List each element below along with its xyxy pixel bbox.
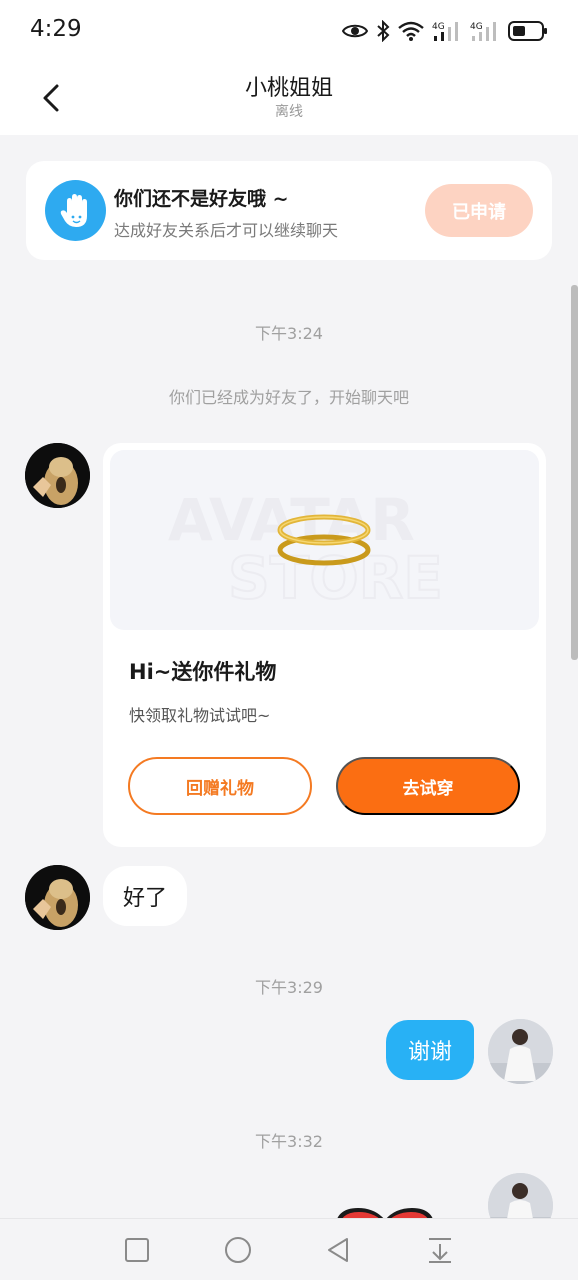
network-label-2: 4G xyxy=(470,22,483,32)
gift-preview-image: AVATAR STORE xyxy=(110,450,539,630)
chat-header: 小桃姐姐 离线 xyxy=(0,60,578,135)
not-friends-banner: 你们还不是好友哦 ~ 达成好友关系后才可以继续聊天 已申请 xyxy=(26,161,552,260)
signal-2-icon: 4G xyxy=(470,20,500,42)
bluetooth-icon xyxy=(376,20,390,42)
timestamp: 下午3:24 xyxy=(255,324,323,343)
triangle-back-icon xyxy=(328,1238,348,1262)
gift-title: Hi~送你件礼物 xyxy=(129,660,277,684)
system-message: 你们已经成为好友了，开始聊天吧 xyxy=(168,388,409,407)
timestamp: 下午3:29 xyxy=(255,978,323,997)
hand-wave-icon xyxy=(45,180,106,241)
recent-apps-button[interactable] xyxy=(120,1233,154,1267)
status-icons: 4G 4G xyxy=(342,18,548,44)
home-button[interactable] xyxy=(221,1233,255,1267)
return-gift-button[interactable]: 回赠礼物 xyxy=(128,757,312,815)
status-bar: 4:29 4G 4G xyxy=(0,0,578,60)
network-label-1: 4G xyxy=(432,22,445,32)
square-icon xyxy=(125,1238,149,1262)
status-time: 4:29 xyxy=(30,16,82,42)
contact-avatar[interactable] xyxy=(25,865,90,930)
signal-1-icon: 4G xyxy=(432,20,462,42)
circle-icon xyxy=(225,1237,251,1263)
download-menu-icon xyxy=(429,1238,451,1263)
contact-name: 小桃姐姐 xyxy=(244,76,333,101)
watermark-store-text: STORE xyxy=(228,544,443,612)
self-avatar[interactable] xyxy=(488,1019,553,1084)
banner-title: 你们还不是好友哦 ~ xyxy=(114,188,289,210)
menu-down-button[interactable] xyxy=(423,1233,457,1267)
banner-description: 达成好友关系后才可以继续聊天 xyxy=(114,221,339,240)
contact-avatar[interactable] xyxy=(25,443,90,508)
back-nav-button[interactable] xyxy=(321,1233,355,1267)
gift-description: 快领取礼物试试吧~ xyxy=(129,706,271,725)
timestamp: 下午3:32 xyxy=(255,1132,323,1151)
battery-icon xyxy=(508,20,548,42)
received-message-bubble[interactable]: 好了 xyxy=(103,866,188,926)
contact-status: 离线 xyxy=(275,104,303,120)
applied-button[interactable]: 已申请 xyxy=(425,184,533,237)
wifi-icon xyxy=(398,21,424,41)
eye-icon xyxy=(342,22,368,40)
try-on-button[interactable]: 去试穿 xyxy=(336,757,520,815)
sent-message-bubble[interactable]: 谢谢 xyxy=(386,1020,474,1080)
system-navigation-bar xyxy=(0,1218,578,1280)
chat-scrollbar[interactable] xyxy=(571,285,578,660)
gift-message-card[interactable]: AVATAR STORE Hi~送你件礼物 快领取礼物试试吧~ 回赠礼物 去试穿 xyxy=(103,443,546,847)
